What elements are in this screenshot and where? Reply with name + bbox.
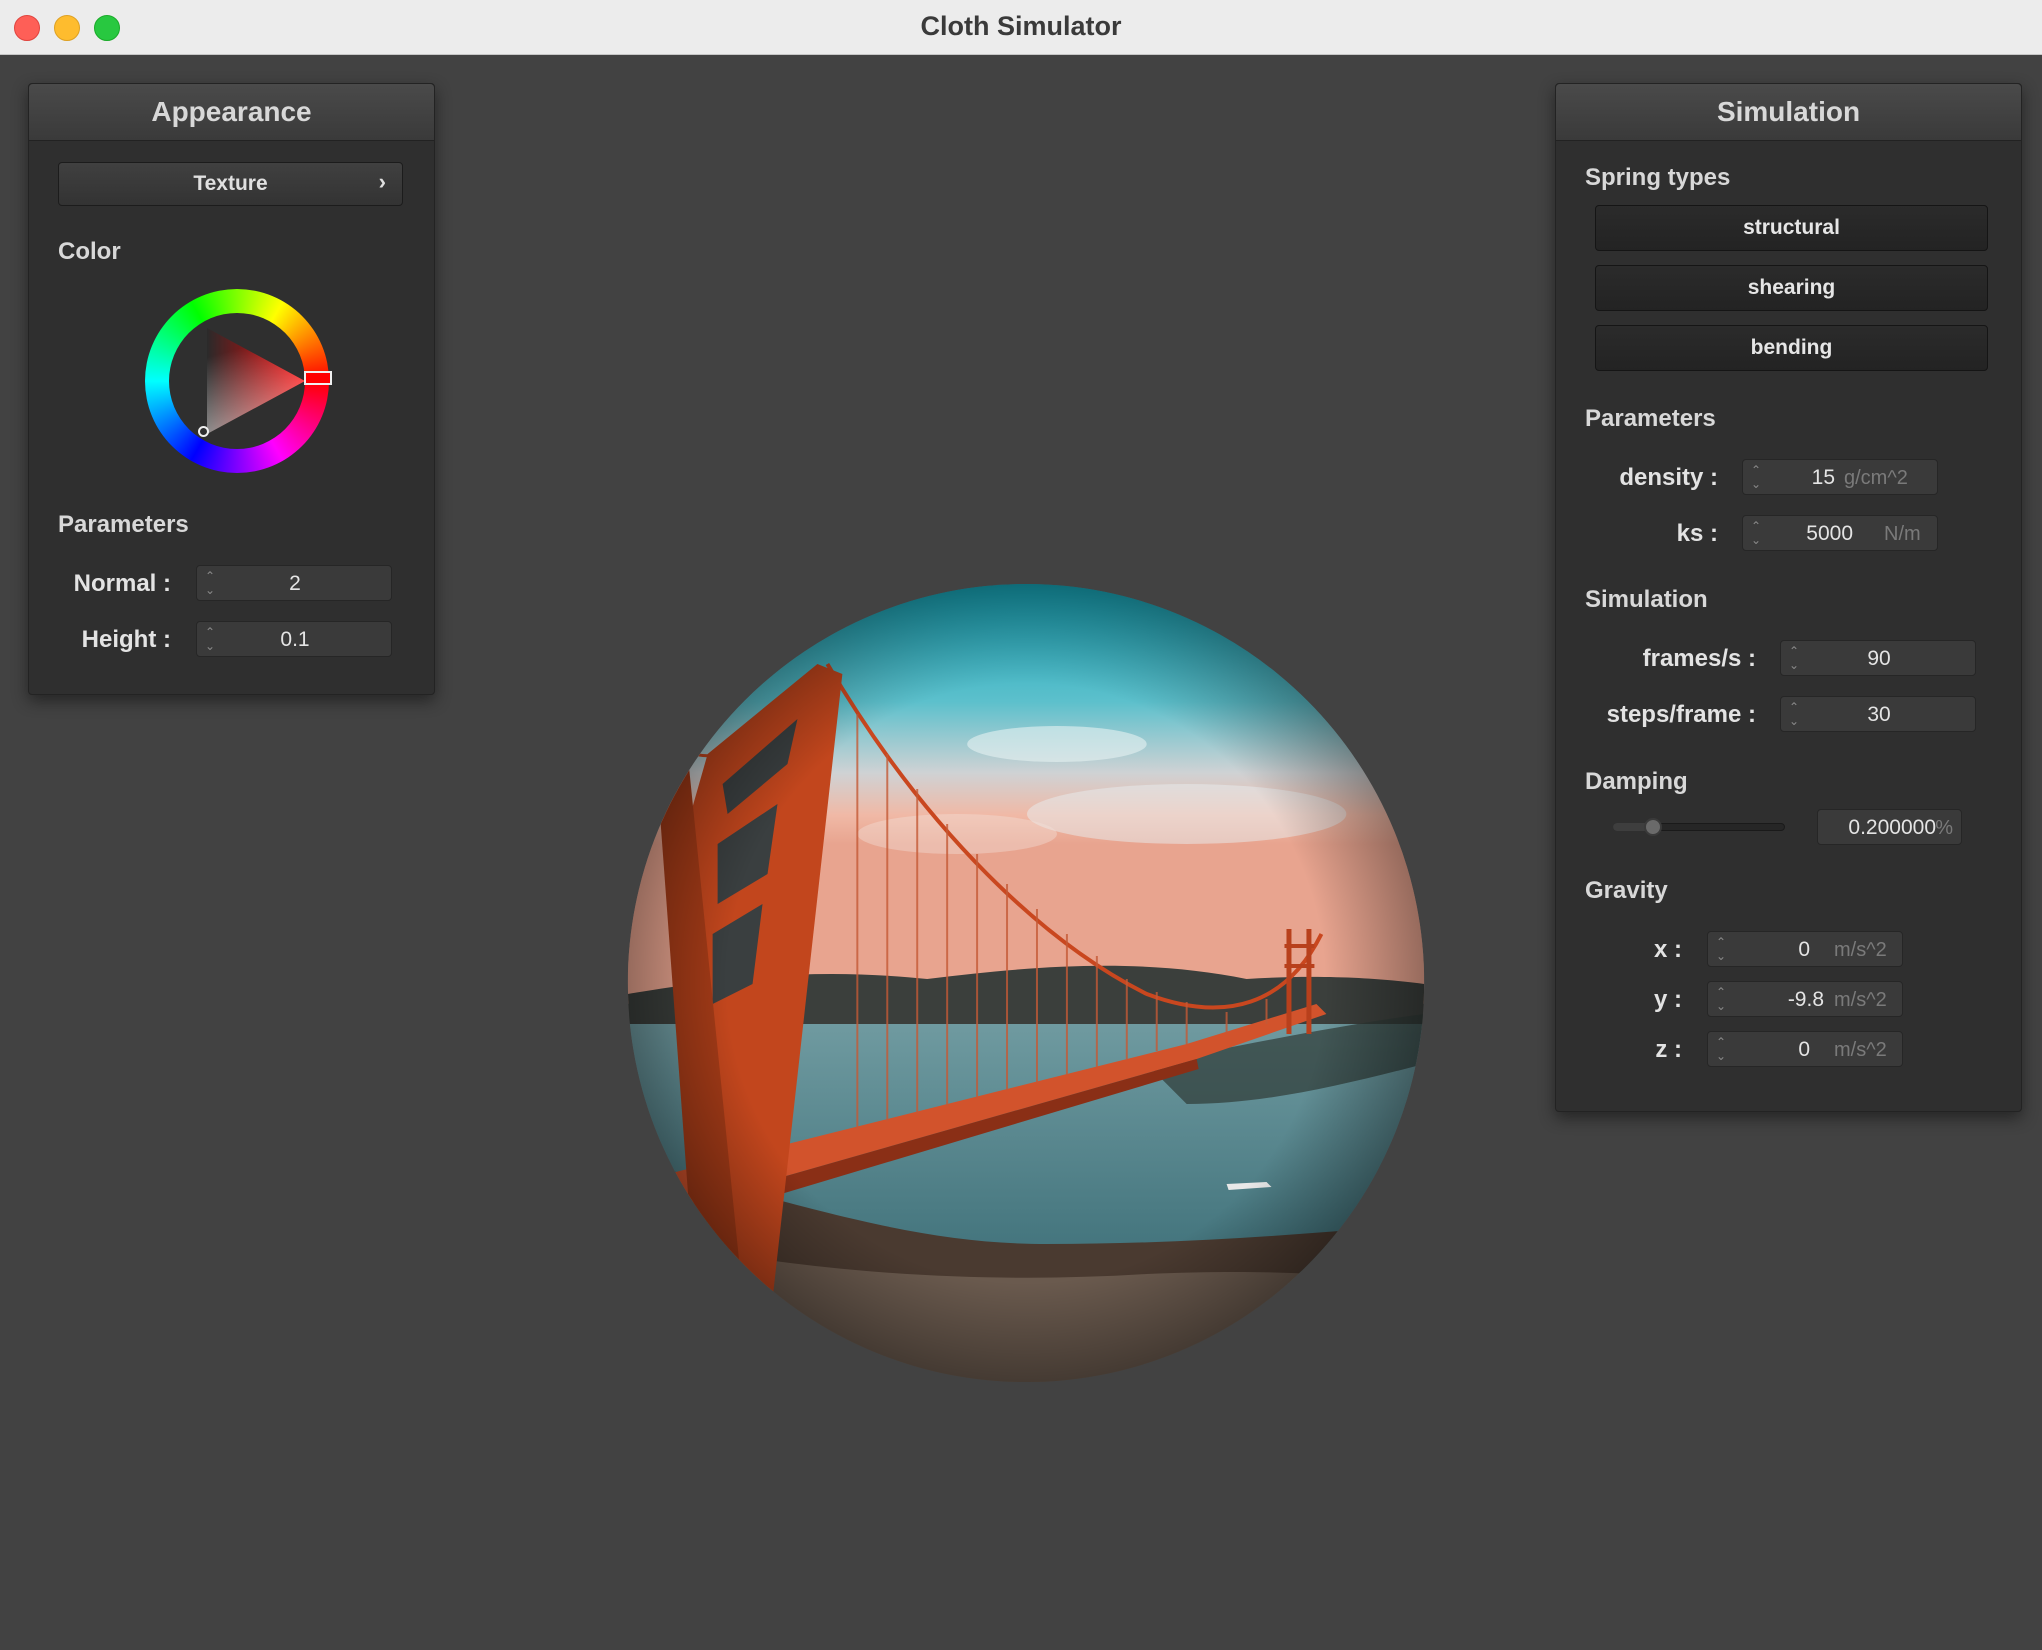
gravity-z-value: 0 — [1798, 1038, 1810, 1061]
bending-toggle-button[interactable]: bending — [1595, 325, 1988, 371]
appearance-parameters-label: Parameters — [58, 511, 189, 538]
damping-label: Damping — [1585, 768, 1688, 795]
spinner-arrows-icon[interactable]: ⌃ ⌄ — [1716, 985, 1726, 1013]
texture-button-label: Texture — [193, 172, 268, 195]
gravity-y-input[interactable]: ⌃ ⌄ -9.8 m/s^2 — [1707, 981, 1903, 1017]
ks-unit: N/m — [1884, 523, 1921, 545]
gravity-z-label: z : — [1655, 1036, 1682, 1063]
color-section-label: Color — [58, 238, 121, 265]
simulation-section-label: Simulation — [1585, 586, 1708, 613]
spinner-arrows-icon[interactable]: ⌃ ⌄ — [1751, 519, 1761, 547]
damping-input[interactable]: 0.200000 % — [1817, 809, 1962, 845]
appearance-panel: Appearance Texture › Color Parameters No… — [28, 83, 435, 695]
steps-per-frame-input[interactable]: ⌃ ⌄ 30 — [1780, 696, 1976, 732]
spinner-arrows-icon[interactable]: ⌃ ⌄ — [1751, 463, 1761, 491]
spinner-arrows-icon[interactable]: ⌃ ⌄ — [1716, 935, 1726, 963]
texture-button[interactable]: Texture › — [58, 162, 403, 206]
density-label: density : — [1619, 464, 1718, 491]
window-titlebar: Cloth Simulator — [0, 0, 2042, 55]
steps-per-frame-label: steps/frame : — [1606, 701, 1756, 728]
density-value: 15 — [1811, 466, 1835, 489]
damping-unit: % — [1935, 817, 1953, 839]
gravity-y-value: -9.8 — [1787, 988, 1824, 1011]
frames-per-second-input[interactable]: ⌃ ⌄ 90 — [1780, 640, 1976, 676]
hue-marker[interactable] — [304, 371, 332, 385]
gravity-x-unit: m/s^2 — [1834, 939, 1887, 961]
sphere-render[interactable] — [627, 584, 1425, 1382]
frames-per-second-value: 90 — [1867, 647, 1891, 670]
color-wheel[interactable] — [145, 289, 332, 473]
gravity-z-input[interactable]: ⌃ ⌄ 0 m/s^2 — [1707, 1031, 1903, 1067]
density-unit: g/cm^2 — [1844, 467, 1908, 489]
saturation-value-triangle[interactable] — [145, 289, 329, 473]
steps-per-frame-value: 30 — [1867, 703, 1891, 726]
chevron-right-icon: › — [378, 169, 386, 194]
gravity-z-unit: m/s^2 — [1834, 1039, 1887, 1061]
frames-per-second-label: frames/s : — [1642, 645, 1756, 672]
gravity-y-label: y : — [1653, 986, 1682, 1013]
damping-value: 0.200000 — [1848, 816, 1936, 839]
height-label: Height : — [81, 626, 171, 653]
ks-value: 5000 — [1806, 522, 1853, 545]
gravity-y-unit: m/s^2 — [1834, 989, 1887, 1011]
ks-label: ks : — [1676, 520, 1718, 547]
structural-toggle-button[interactable]: structural — [1595, 205, 1988, 251]
simulation-panel-header[interactable]: Simulation — [1556, 84, 2021, 141]
normal-value: 2 — [289, 572, 301, 595]
bridge-scene-image — [627, 584, 1425, 1382]
damping-slider[interactable] — [1613, 818, 1785, 836]
window-title: Cloth Simulator — [920, 11, 1122, 41]
gravity-x-input[interactable]: ⌃ ⌄ 0 m/s^2 — [1707, 931, 1903, 967]
gravity-x-label: x : — [1653, 936, 1682, 963]
damping-slider-thumb[interactable] — [1644, 818, 1662, 836]
height-value: 0.1 — [280, 628, 310, 651]
spring-parameters-label: Parameters — [1585, 405, 1716, 432]
simulation-panel: Simulation Spring types structural shear… — [1555, 83, 2022, 1112]
appearance-panel-header[interactable]: Appearance — [29, 84, 434, 141]
spinner-arrows-icon[interactable]: ⌃ ⌄ — [1716, 1035, 1726, 1063]
normal-input[interactable]: ⌃ ⌄ 2 — [196, 565, 392, 601]
color-marker[interactable] — [198, 426, 209, 437]
density-input[interactable]: ⌃ ⌄ 15 g/cm^2 — [1742, 459, 1938, 495]
height-input[interactable]: ⌃ ⌄ 0.1 — [196, 621, 392, 657]
ks-input[interactable]: ⌃ ⌄ 5000 N/m — [1742, 515, 1938, 551]
spring-types-label: Spring types — [1585, 164, 1731, 191]
gravity-x-value: 0 — [1798, 938, 1810, 961]
gravity-label: Gravity — [1585, 877, 1668, 904]
shearing-toggle-button[interactable]: shearing — [1595, 265, 1988, 311]
normal-label: Normal : — [73, 570, 171, 597]
